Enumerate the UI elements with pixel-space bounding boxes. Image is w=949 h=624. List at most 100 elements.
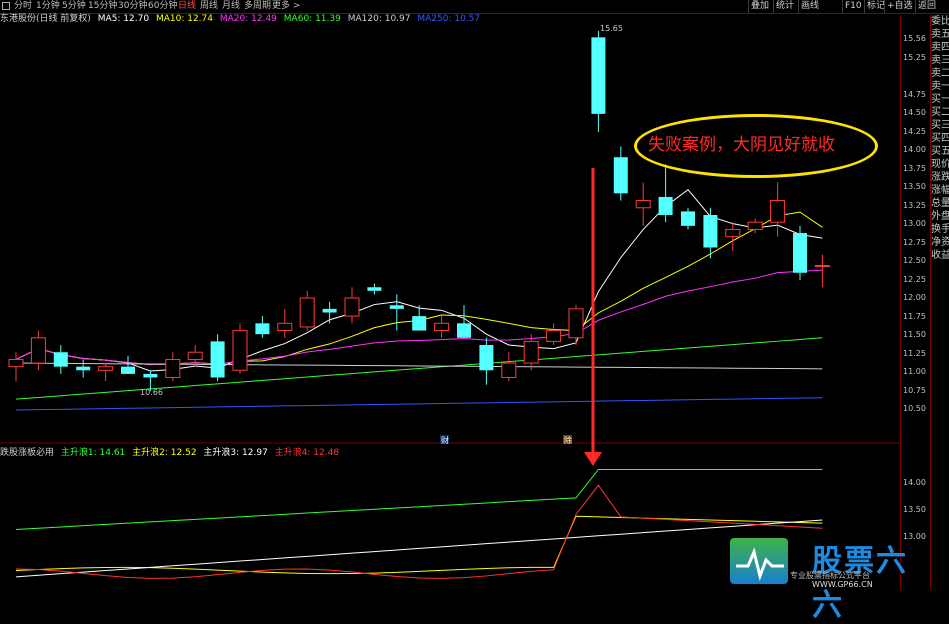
candle[interactable]	[412, 316, 427, 331]
wave2-line	[15, 515, 823, 575]
logo-icon	[730, 538, 788, 584]
wave4-value: 主升浪4: 12.48	[274, 448, 340, 458]
axis-tick: 12.75	[903, 238, 926, 247]
axis-tick: 13.00	[903, 219, 926, 228]
wave1-line	[15, 468, 823, 530]
candle[interactable]	[344, 297, 360, 317]
candle[interactable]	[681, 211, 695, 226]
axis-tick: 11.25	[903, 349, 926, 358]
candle[interactable]	[210, 341, 225, 378]
candle[interactable]	[747, 221, 763, 230]
sidebar-item: 卖二	[931, 68, 949, 79]
axis-tick: 14.25	[903, 127, 926, 136]
candle[interactable]	[770, 200, 786, 223]
wave4-line	[15, 484, 823, 579]
candle[interactable]	[457, 323, 471, 338]
candle[interactable]	[703, 215, 718, 248]
candle[interactable]	[165, 358, 181, 379]
price-axis: 15.56 15.25 14.75 14.50 14.25 14.00 13.7…	[900, 15, 931, 589]
candle[interactable]	[299, 297, 315, 328]
candle[interactable]	[255, 323, 270, 335]
sidebar-item: 卖三	[931, 55, 949, 66]
candle[interactable]	[793, 233, 807, 273]
candle[interactable]	[434, 322, 450, 332]
wave1-value: 主升浪1: 14.61	[60, 448, 126, 458]
candle[interactable]	[635, 200, 651, 209]
wave2-value: 主升浪2: 12.52	[132, 448, 197, 458]
candle[interactable]	[725, 228, 741, 238]
sidebar-item: 委比	[931, 16, 949, 27]
candle[interactable]	[53, 352, 68, 367]
high-price-label: 15.65	[600, 24, 623, 33]
axis-tick: 15.25	[903, 53, 926, 62]
wave3-line	[15, 519, 823, 578]
ma60-line	[15, 337, 823, 400]
axis-tick: 15.56	[903, 34, 926, 43]
ma-lines	[15, 189, 823, 411]
axis-tick: 11.00	[903, 367, 926, 376]
sidebar-item: 收益	[931, 250, 949, 261]
axis-tick: 11.75	[903, 312, 926, 321]
axis-tick: 13.50	[903, 505, 926, 514]
axis-tick: 14.75	[903, 90, 926, 99]
axis-tick: 10.75	[903, 386, 926, 395]
watermark: 股票六六 专业股票指标公式平台 WWW.GP66.CN	[730, 536, 928, 623]
candle[interactable]	[523, 340, 539, 364]
sidebar-item: 买三	[931, 120, 949, 131]
sidebar-item: 现价	[931, 159, 949, 170]
candle[interactable]	[814, 265, 830, 268]
axis-tick: 12.50	[903, 256, 926, 265]
candle[interactable]	[501, 362, 517, 378]
axis-tick: 11.50	[903, 330, 926, 339]
sidebar-item: 涨跌	[931, 172, 949, 183]
wave3-value: 主升浪3: 12.97	[203, 448, 268, 458]
candle[interactable]	[479, 345, 494, 371]
annotation-text: 失败案例，大阴见好就收	[648, 135, 835, 155]
candle[interactable]	[143, 373, 158, 378]
quote-sidebar: 委比 卖五 卖四 卖三 卖二 卖一 买一 买二 买三 买四 买五 现价 涨跌 涨…	[930, 15, 949, 589]
axis-tick: 10.50	[903, 404, 926, 413]
finance-marker-label: 财	[441, 435, 449, 445]
sidebar-item: 买四	[931, 133, 949, 144]
candle[interactable]	[568, 308, 584, 339]
candle[interactable]	[277, 322, 293, 332]
sidebar-item: 外盘	[931, 211, 949, 222]
axis-tick: 13.50	[903, 182, 926, 191]
axis-tick: 12.00	[903, 293, 926, 302]
kline-chart[interactable]: 15.65 10.66 财 除	[0, 0, 900, 589]
sidebar-item: 买五	[931, 146, 949, 157]
sidebar-item: 卖一	[931, 81, 949, 92]
indicator-name[interactable]: 跌股涨板必用	[0, 448, 54, 458]
candle[interactable]	[546, 330, 562, 342]
ma5-line	[15, 189, 823, 372]
low-price-label: 10.66	[140, 388, 163, 397]
back-button[interactable]: 返回	[915, 0, 938, 13]
candle[interactable]	[8, 358, 24, 368]
candle[interactable]	[613, 157, 628, 194]
sidebar-item: 买一	[931, 94, 949, 105]
candle[interactable]	[389, 305, 404, 309]
sidebar-item: 净资	[931, 237, 949, 248]
sidebar-item: 涨幅	[931, 185, 949, 196]
candle[interactable]	[30, 337, 46, 364]
candle[interactable]	[322, 308, 337, 313]
candle[interactable]	[98, 366, 114, 371]
axis-tick: 13.25	[903, 201, 926, 210]
candle[interactable]	[121, 366, 135, 374]
pulse-icon	[736, 547, 784, 582]
axis-tick: 14.00	[903, 478, 926, 487]
watermark-url: WWW.GP66.CN	[812, 580, 873, 589]
candle[interactable]	[658, 196, 673, 215]
candle[interactable]	[367, 287, 382, 291]
sidebar-item: 买二	[931, 107, 949, 118]
sidebar-item: 卖五	[931, 29, 949, 40]
candle[interactable]	[232, 330, 248, 371]
indicator-lines	[15, 468, 823, 579]
down-arrow-icon	[584, 452, 602, 466]
candle[interactable]	[187, 351, 203, 360]
indicator-legend: 跌股涨板必用 主升浪1: 14.61 主升浪2: 12.52 主升浪3: 12.…	[0, 447, 343, 459]
candle[interactable]	[591, 37, 606, 114]
axis-tick: 14.50	[903, 108, 926, 117]
candle[interactable]	[76, 366, 91, 371]
annotation-callout: 失败案例，大阴见好就收	[634, 114, 878, 178]
